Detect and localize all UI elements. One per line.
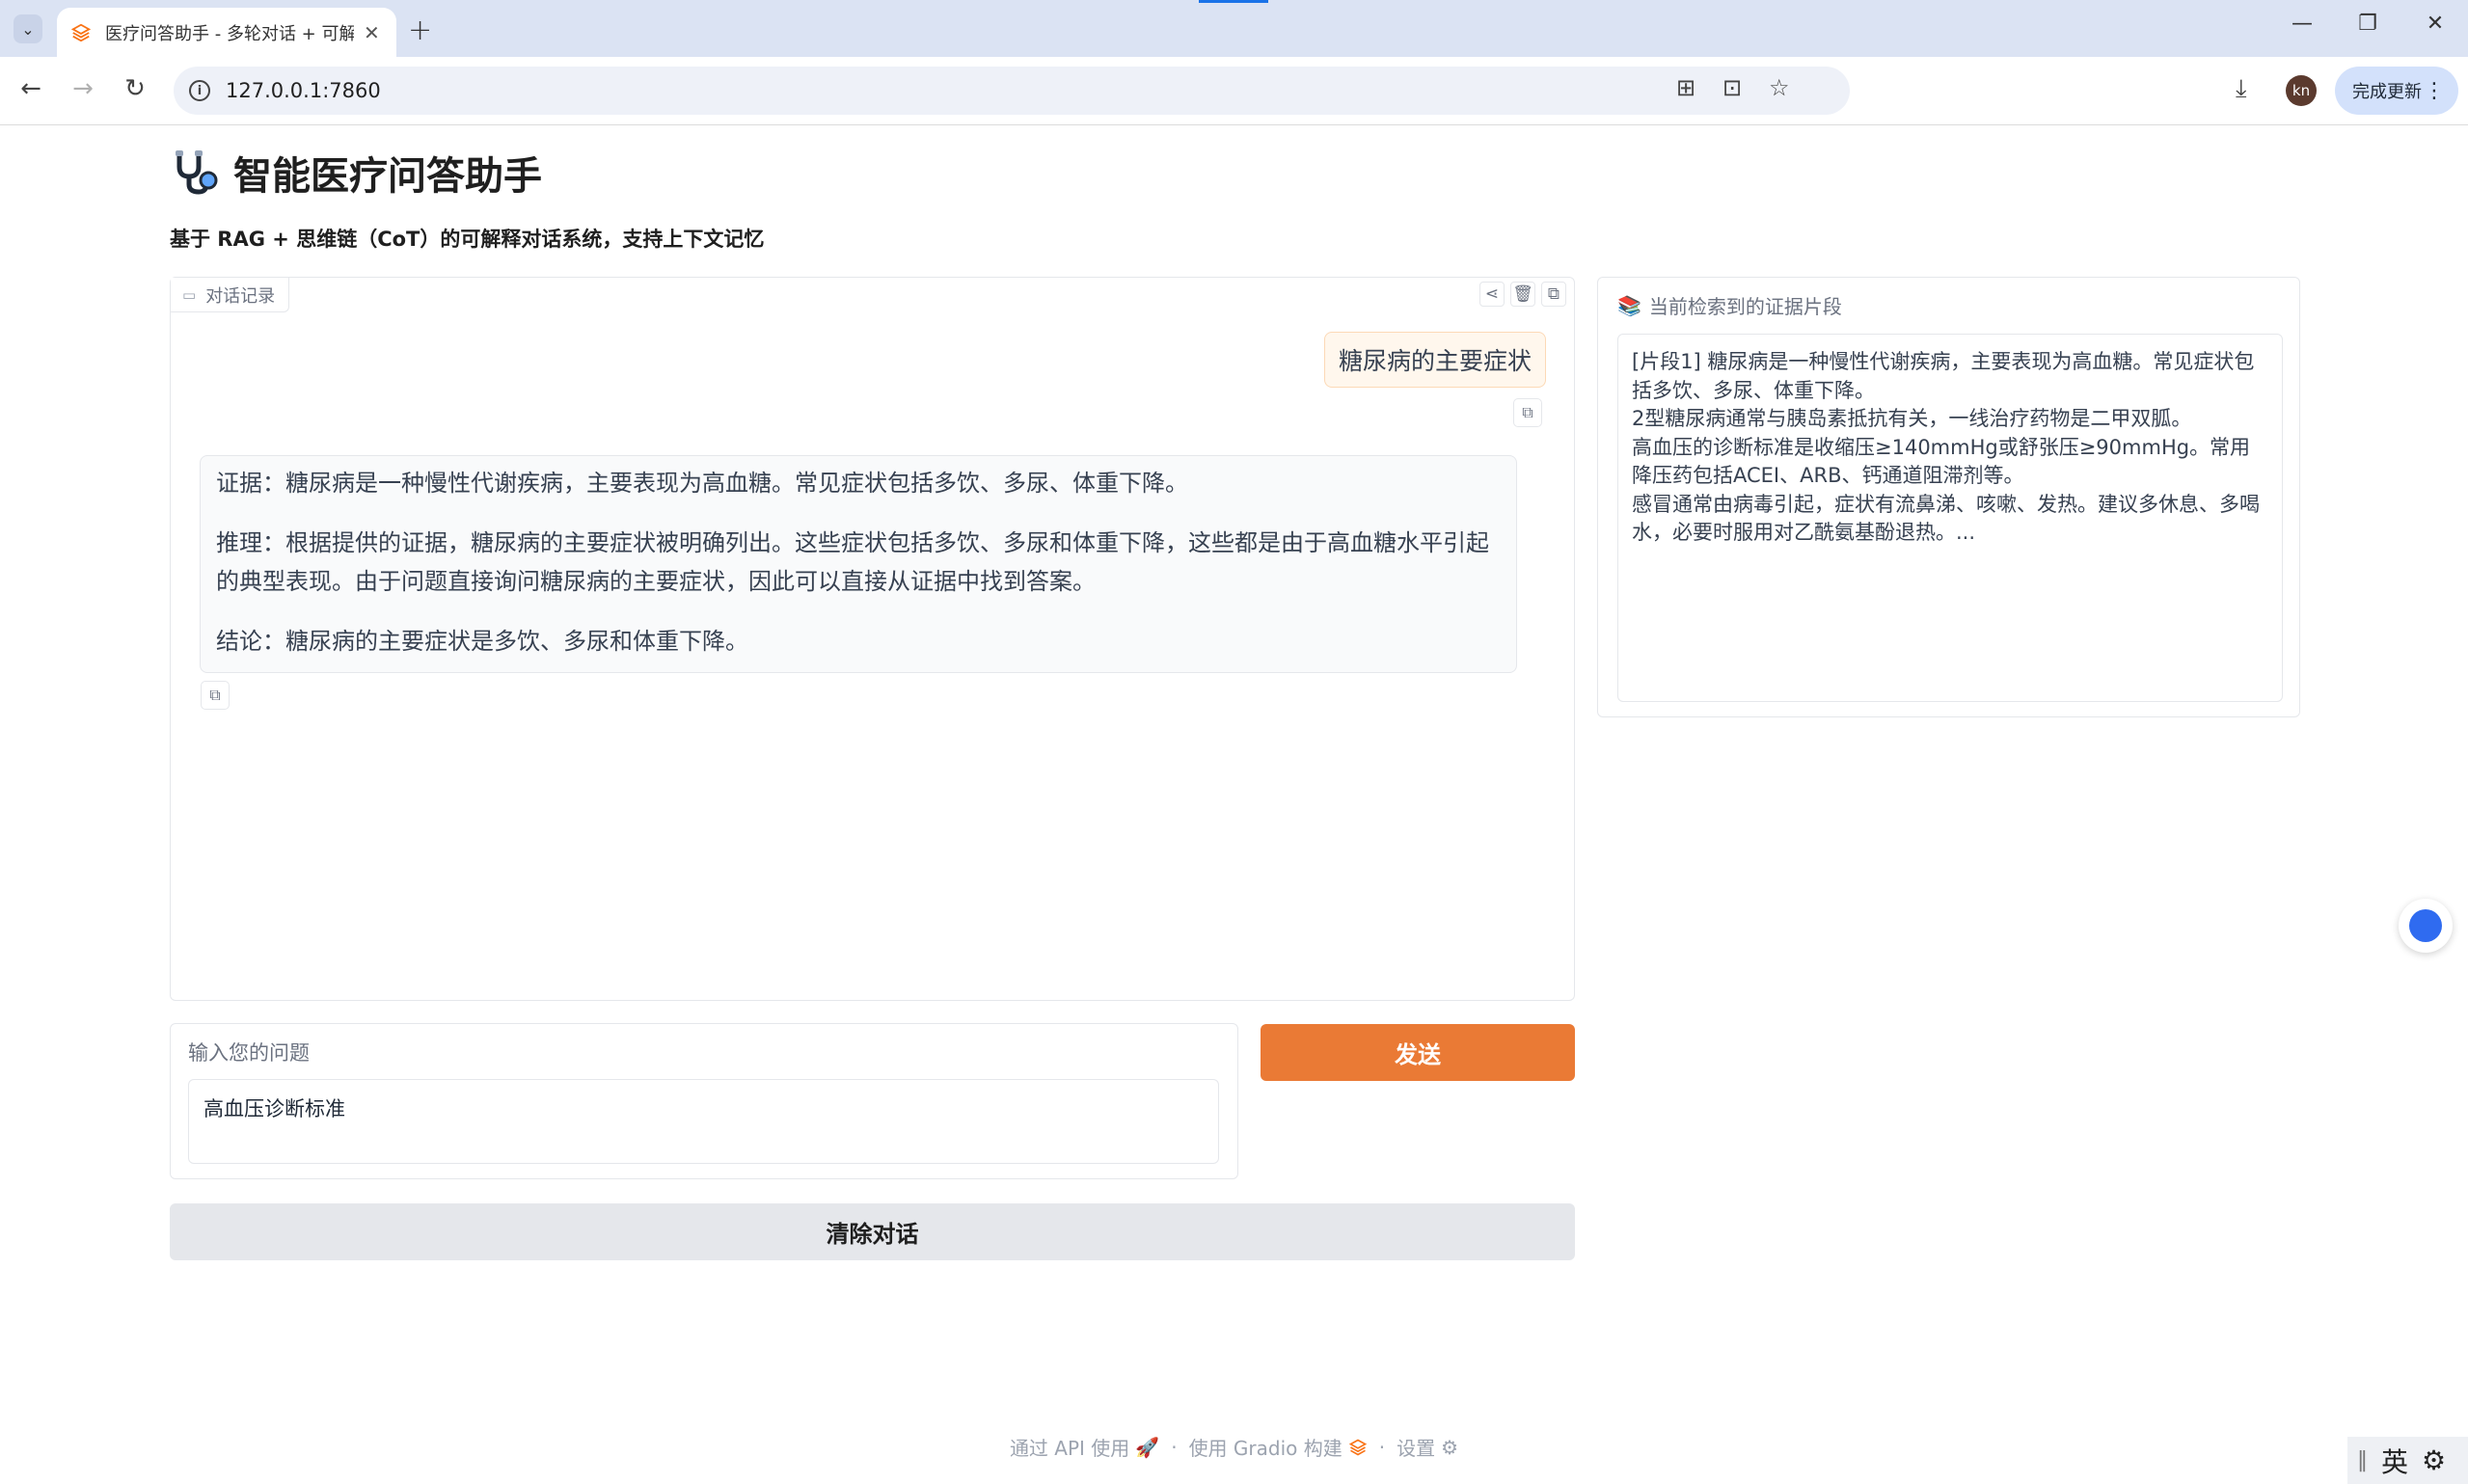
ime-handle-icon[interactable]: ‖: [2357, 1448, 2368, 1472]
translate-icon[interactable]: ⊞: [1676, 74, 1695, 101]
more-menu-icon[interactable]: ⋮: [2424, 79, 2445, 103]
reload-icon[interactable]: ↻: [118, 74, 152, 103]
bot-evidence: 证据：糖尿病是一种慢性代谢疾病，主要表现为高血糖。常见症状包括多饮、多尿、体重下…: [216, 470, 1188, 497]
clear-chat-button[interactable]: 清除对话: [170, 1203, 1575, 1260]
chatbot-label-text: 对话记录: [205, 285, 276, 307]
footer-separator: ·: [1171, 1435, 1178, 1459]
question-input-panel: 输入您的问题: [170, 1023, 1238, 1179]
stethoscope-icon: [176, 150, 218, 195]
evidence-label: 📚 当前检索到的证据片段: [1617, 291, 1842, 319]
chat-bubble-icon: ▭: [182, 285, 197, 304]
evidence-label-text: 当前检索到的证据片段: [1648, 295, 1842, 318]
trash-icon[interactable]: 🗑: [1510, 282, 1535, 307]
chatbot-label: ▭ 对话记录: [171, 278, 290, 312]
tabbar-indicator: [1199, 0, 1268, 3]
forward-icon[interactable]: →: [66, 74, 100, 103]
profile-avatar[interactable]: kn: [2286, 75, 2317, 106]
chat-actions: ⋖ 🗑 ⧉: [1479, 282, 1566, 307]
gradio-logo-icon: [1348, 1439, 1367, 1455]
update-button[interactable]: 完成更新 ⋮: [2335, 67, 2458, 115]
restore-icon[interactable]: ❐: [2348, 12, 2387, 36]
site-info-icon[interactable]: i: [189, 80, 210, 101]
send-button[interactable]: 发送: [1261, 1024, 1575, 1081]
minimize-icon[interactable]: —: [2283, 12, 2321, 36]
back-icon[interactable]: ←: [14, 74, 48, 103]
bot-message: 证据：糖尿病是一种慢性代谢疾病，主要表现为高血糖。常见症状包括多饮、多尿、体重下…: [200, 455, 1517, 673]
footer: 通过 API 使用 🚀 · 使用 Gradio 构建 · 设置 ⚙: [0, 1433, 2468, 1461]
browser-toolbar: ← → ↻ i 127.0.0.1:7860 ⊞ ⊡ ☆ ⤓ kn 完成更新 ⋮: [0, 57, 2468, 125]
update-label: 完成更新: [2352, 82, 2422, 102]
download-icon[interactable]: ⤓: [2236, 74, 2247, 104]
evidence-textbox[interactable]: [片段1] 糖尿病是一种慢性代谢疾病，主要表现为高血糖。常见症状包括多饮、多尿、…: [1617, 334, 2283, 702]
tab-list-dropdown-icon[interactable]: ⌄: [14, 14, 42, 43]
evidence-panel: 📚 当前检索到的证据片段 [片段1] 糖尿病是一种慢性代谢疾病，主要表现为高血糖…: [1597, 277, 2300, 717]
tab-title: 医疗问答助手 - 多轮对话 + 可解: [105, 23, 354, 44]
gradio-link-text: 使用 Gradio 构建: [1188, 1437, 1342, 1460]
window-close-icon[interactable]: ✕: [2416, 12, 2454, 36]
api-link[interactable]: 通过 API 使用 🚀: [1010, 1433, 1159, 1461]
url-text: 127.0.0.1:7860: [226, 79, 381, 102]
settings-link[interactable]: 设置 ⚙: [1397, 1433, 1458, 1461]
gradio-link[interactable]: 使用 Gradio 构建: [1189, 1433, 1368, 1461]
settings-link-text: 设置: [1397, 1437, 1436, 1460]
assistant-icon: [2409, 909, 2442, 942]
copy-all-icon[interactable]: ⧉: [1541, 282, 1566, 307]
bot-conclusion: 结论：糖尿病的主要症状是多饮、多尿和体重下降。: [216, 628, 748, 655]
ime-indicator: ‖ 英 ⚙: [2347, 1437, 2468, 1484]
address-bar[interactable]: i 127.0.0.1:7860 ⊞ ⊡ ☆: [174, 67, 1850, 115]
rocket-icon: 🚀: [1135, 1435, 1160, 1459]
api-link-text: 通过 API 使用: [1009, 1437, 1130, 1460]
new-tab-icon[interactable]: +: [408, 13, 432, 47]
books-icon: 📚: [1617, 293, 1641, 317]
browser-tabbar: ⌄ 医疗问答助手 - 多轮对话 + 可解 ✕ + — ❐ ✕: [0, 0, 2468, 57]
browser-tab[interactable]: 医疗问答助手 - 多轮对话 + 可解 ✕: [57, 8, 396, 57]
bot-reasoning: 推理：根据提供的证据，糖尿病的主要症状被明确列出。这些症状包括多饮、多尿和体重下…: [216, 529, 1489, 595]
page-subtitle: 基于 RAG + 思维链（CoT）的可解释对话系统，支持上下文记忆: [170, 228, 765, 251]
gear-icon: ⚙: [1441, 1435, 1459, 1459]
bookmark-star-icon[interactable]: ☆: [1769, 74, 1790, 101]
user-message: 糖尿病的主要症状: [1323, 332, 1546, 388]
footer-separator: ·: [1378, 1435, 1386, 1459]
app-header: 智能医疗问答助手: [170, 145, 542, 201]
ime-mode[interactable]: 英: [2381, 1442, 2408, 1480]
question-input[interactable]: [188, 1079, 1219, 1164]
page-title: 智能医疗问答助手: [233, 154, 542, 199]
copy-user-message-icon[interactable]: ⧉: [1513, 398, 1542, 427]
tab-close-icon[interactable]: ✕: [364, 21, 380, 44]
floating-assistant-button[interactable]: [2399, 899, 2453, 953]
install-app-icon[interactable]: ⊡: [1722, 74, 1742, 101]
copy-bot-message-icon[interactable]: ⧉: [201, 681, 230, 710]
ime-settings-icon[interactable]: ⚙: [2422, 1444, 2446, 1476]
gradio-favicon-icon: [70, 23, 92, 41]
chatbot-panel: ▭ 对话记录 ⋖ 🗑 ⧉ 糖尿病的主要症状 ⧉ 证据：糖尿病是一种慢性代谢疾病，…: [170, 277, 1575, 1001]
share-icon[interactable]: ⋖: [1479, 282, 1505, 307]
question-input-label: 输入您的问题: [188, 1041, 310, 1065]
